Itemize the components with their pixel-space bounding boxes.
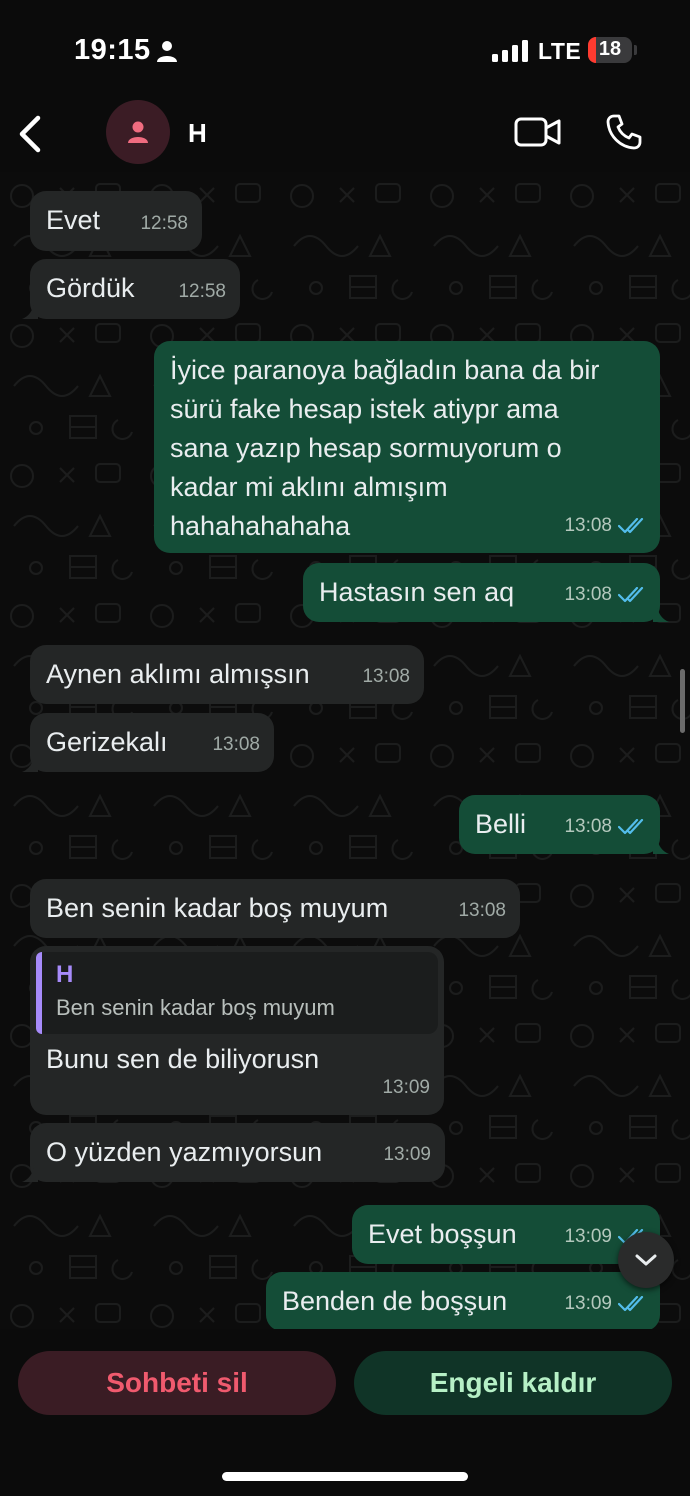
message-text: Benden de boşşun (282, 1286, 508, 1316)
chevron-down-icon (635, 1254, 657, 1266)
message-time: 13:09 (564, 1293, 612, 1314)
message-incoming[interactable]: Evet 12:58 (30, 191, 202, 251)
bubble-tail (22, 756, 38, 772)
bubble-tail (653, 838, 669, 854)
chat-area[interactable]: Evet 12:58 Gördük 12:58 İyice paranoya b… (0, 172, 690, 1329)
double-check-icon (618, 517, 644, 533)
home-indicator[interactable] (222, 1472, 468, 1481)
battery-icon: 18 (588, 37, 632, 63)
quote-author: H (56, 961, 74, 988)
message-text: Gördük (46, 273, 135, 303)
message-outgoing[interactable]: Evet boşşun 13:09 (352, 1205, 660, 1264)
message-time: 13:08 (564, 816, 612, 837)
bubble-tail (653, 606, 669, 622)
message-time: 13:09 (564, 1226, 612, 1247)
message-time: 13:08 (564, 515, 612, 536)
person-icon (128, 121, 148, 143)
message-outgoing[interactable]: İyice paranoya bağladın bana da bir sürü… (154, 341, 660, 553)
message-incoming[interactable]: Aynen aklımı almışsın 13:08 (30, 645, 424, 704)
back-button[interactable] (12, 112, 48, 156)
blocked-contact-actions: Sohbeti sil Engeli kaldır (0, 1329, 690, 1496)
battery-level: 18 (598, 38, 622, 60)
contact-name[interactable]: H (188, 118, 207, 149)
cellular-signal-icon (492, 40, 528, 67)
message-time: 12:58 (178, 281, 226, 302)
voice-call-button[interactable] (602, 110, 646, 154)
message-time: 13:08 (564, 584, 612, 605)
person-status-icon (156, 40, 178, 67)
message-text: Gerizekalı (46, 727, 168, 757)
chevron-left-icon (19, 115, 41, 153)
message-text: Hastasın sen aq (319, 577, 515, 607)
message-incoming[interactable]: Gerizekalı 13:08 (22, 713, 274, 772)
message-text: Aynen aklımı almışsın (46, 659, 310, 689)
unblock-button[interactable]: Engeli kaldır (354, 1351, 672, 1415)
message-incoming[interactable]: Ben senin kadar boş muyum 13:08 (30, 879, 520, 938)
status-bar: 19:15 LTE 18 (0, 0, 690, 100)
double-check-icon (618, 818, 644, 834)
message-text: Evet boşşun (368, 1219, 517, 1249)
message-time: 13:08 (212, 734, 260, 755)
message-time: 13:08 (458, 900, 506, 921)
message-time: 13:09 (382, 1077, 430, 1098)
bubble-tail (22, 303, 38, 319)
message-text: Belli (475, 809, 527, 839)
chat-header: H (0, 100, 690, 172)
message-time: 12:58 (140, 213, 188, 234)
message-incoming[interactable]: O yüzden yazmıyorsun 13:09 (22, 1123, 445, 1182)
delete-chat-button[interactable]: Sohbeti sil (18, 1351, 336, 1415)
video-camera-icon (514, 117, 561, 147)
video-call-button[interactable] (514, 114, 562, 150)
message-outgoing[interactable]: Benden de boşşun 13:09 (266, 1272, 660, 1329)
double-check-icon (618, 1295, 644, 1311)
phone-icon (606, 114, 642, 150)
message-time: 13:08 (362, 666, 410, 687)
battery-cap (634, 45, 637, 55)
message-incoming-reply[interactable]: H Ben senin kadar boş muyum Bunu sen de … (30, 946, 444, 1115)
scroll-to-bottom-button[interactable] (618, 1232, 674, 1288)
message-incoming[interactable]: Gördük 12:58 (22, 259, 240, 319)
message-text: Bunu sen de biliyorusn (46, 1044, 320, 1074)
message-text: İyice paranoya bağladın bana da bir sürü… (170, 355, 600, 541)
message-text: O yüzden yazmıyorsun (46, 1137, 323, 1167)
message-time: 13:09 (383, 1144, 431, 1165)
quoted-message[interactable]: H Ben senin kadar boş muyum (36, 952, 438, 1034)
double-check-icon (618, 586, 644, 602)
network-type: LTE (538, 38, 582, 64)
quote-text: Ben senin kadar boş muyum (56, 995, 335, 1020)
avatar[interactable] (106, 100, 170, 164)
message-text: Evet (46, 205, 101, 235)
status-time: 19:15 (74, 34, 151, 66)
bubble-tail (22, 1166, 38, 1182)
scrollbar[interactable] (680, 669, 685, 733)
message-text: Ben senin kadar boş muyum (46, 893, 389, 923)
message-outgoing[interactable]: Hastasın sen aq 13:08 (303, 563, 669, 622)
message-outgoing[interactable]: Belli 13:08 (459, 795, 669, 854)
